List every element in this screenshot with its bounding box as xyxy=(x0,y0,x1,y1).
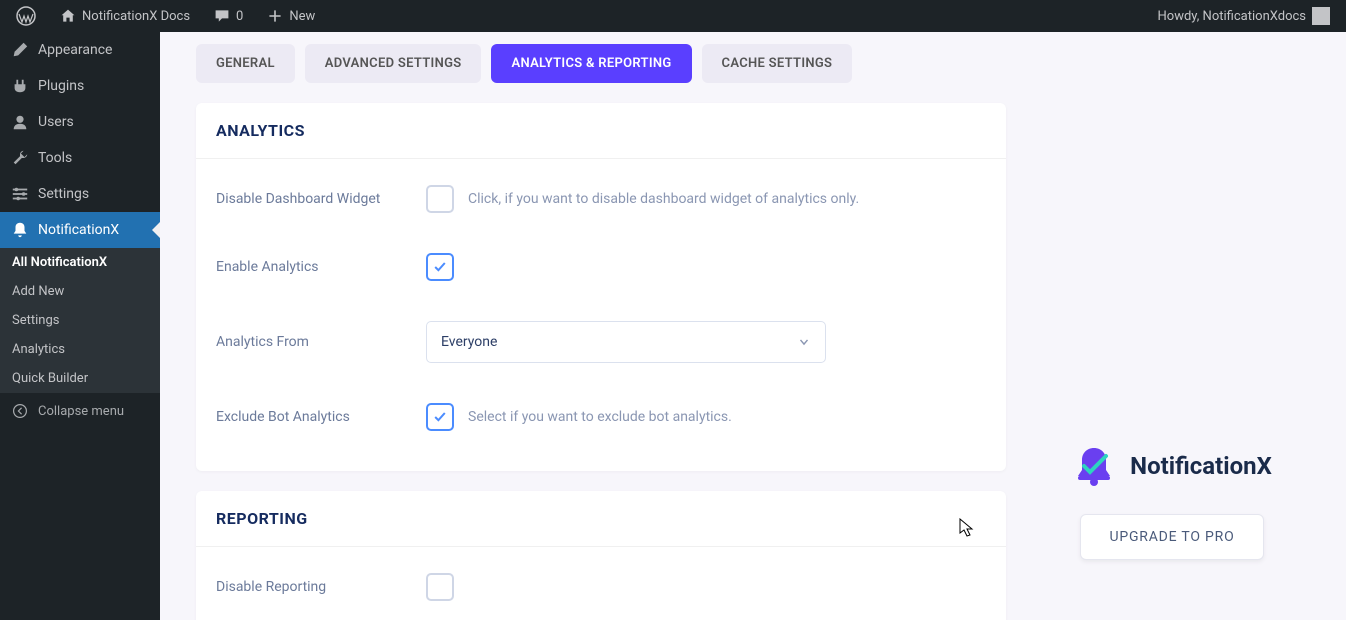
disable-reporting-checkbox[interactable] xyxy=(426,573,454,601)
collapse-label: Collapse menu xyxy=(38,404,124,419)
sidebar-item-label: Tools xyxy=(38,150,72,166)
field-disable-dashboard-widget: Disable Dashboard Widget Click, if you w… xyxy=(216,165,986,233)
sub-item-add-new[interactable]: Add New xyxy=(0,277,160,306)
enable-analytics-checkbox[interactable] xyxy=(426,253,454,281)
topbar-right: Howdy, NotificationXdocs xyxy=(1150,0,1338,32)
tab-general[interactable]: GENERAL xyxy=(196,44,295,83)
sub-item-analytics[interactable]: Analytics xyxy=(0,335,160,364)
collapse-icon xyxy=(10,401,30,421)
sidebar-item-notificationx[interactable]: NotificationX xyxy=(0,212,160,248)
sidebar-item-label: NotificationX xyxy=(38,222,119,238)
disable-dashboard-widget-checkbox[interactable] xyxy=(426,185,454,213)
side-column: NotificationX UPGRADE TO PRO xyxy=(1022,44,1322,560)
layout: Appearance Plugins Users Tools Settings … xyxy=(0,32,1346,620)
field-label: Exclude Bot Analytics xyxy=(216,409,426,425)
sidebar-item-label: Users xyxy=(38,114,74,130)
sliders-icon xyxy=(10,184,30,204)
reporting-card-header: REPORTING xyxy=(196,491,1006,547)
settings-tabs: GENERAL ADVANCED SETTINGS ANALYTICS & RE… xyxy=(196,44,1006,83)
check-icon xyxy=(432,259,448,275)
analytics-title: ANALYTICS xyxy=(216,121,986,140)
field-help: Click, if you want to disable dashboard … xyxy=(468,191,859,207)
field-label: Disable Dashboard Widget xyxy=(216,191,426,207)
sidebar-item-plugins[interactable]: Plugins xyxy=(0,68,160,104)
sidebar-item-appearance[interactable]: Appearance xyxy=(0,32,160,68)
sub-item-all[interactable]: All NotificationX xyxy=(0,248,160,277)
sidebar-item-label: Settings xyxy=(38,186,89,202)
reporting-card: REPORTING Disable Reporting xyxy=(196,491,1006,620)
brush-icon xyxy=(10,40,30,60)
exclude-bot-checkbox[interactable] xyxy=(426,403,454,431)
chevron-down-icon xyxy=(797,335,811,349)
select-value: Everyone xyxy=(441,334,497,350)
field-exclude-bot: Exclude Bot Analytics Select if you want… xyxy=(216,383,986,451)
tab-advanced[interactable]: ADVANCED SETTINGS xyxy=(305,44,482,83)
sub-item-settings[interactable]: Settings xyxy=(0,306,160,335)
new-link[interactable]: New xyxy=(259,0,323,32)
field-help: Select if you want to exclude bot analyt… xyxy=(468,409,732,425)
comments-link[interactable]: 0 xyxy=(206,0,251,32)
field-label: Disable Reporting xyxy=(216,579,426,595)
sidebar-item-label: Plugins xyxy=(38,78,84,94)
collapse-menu-button[interactable]: Collapse menu xyxy=(0,393,160,429)
upgrade-to-pro-button[interactable]: UPGRADE TO PRO xyxy=(1080,514,1263,560)
user-avatar xyxy=(1312,7,1330,25)
field-enable-analytics: Enable Analytics xyxy=(216,233,986,301)
admin-sidebar: Appearance Plugins Users Tools Settings … xyxy=(0,32,160,620)
reporting-title: REPORTING xyxy=(216,509,986,528)
home-icon xyxy=(60,8,76,24)
comment-icon xyxy=(214,8,230,24)
site-name-text: NotificationX Docs xyxy=(82,9,190,24)
plus-icon xyxy=(267,8,283,24)
wrench-icon xyxy=(10,148,30,168)
user-icon xyxy=(10,112,30,132)
sub-item-quick-builder[interactable]: Quick Builder xyxy=(0,364,160,393)
notificationx-logo-icon xyxy=(1072,444,1116,488)
check-icon xyxy=(432,409,448,425)
sidebar-item-label: Appearance xyxy=(38,42,112,58)
brand-name: NotificationX xyxy=(1130,452,1272,480)
brand-box: NotificationX xyxy=(1072,444,1272,488)
analytics-from-select[interactable]: Everyone xyxy=(426,321,826,363)
new-label: New xyxy=(289,9,315,24)
plug-icon xyxy=(10,76,30,96)
sidebar-submenu: All NotificationX Add New Settings Analy… xyxy=(0,248,160,393)
tab-cache[interactable]: CACHE SETTINGS xyxy=(702,44,853,83)
sidebar-item-tools[interactable]: Tools xyxy=(0,140,160,176)
howdy-link[interactable]: Howdy, NotificationXdocs xyxy=(1150,0,1338,32)
field-label: Enable Analytics xyxy=(216,259,426,275)
wp-logo-button[interactable] xyxy=(8,0,44,32)
field-analytics-from: Analytics From Everyone xyxy=(216,301,986,383)
field-label: Analytics From xyxy=(216,334,426,350)
admin-topbar: NotificationX Docs 0 New Howdy, Notifica… xyxy=(0,0,1346,32)
analytics-card: ANALYTICS Disable Dashboard Widget Click… xyxy=(196,103,1006,471)
tab-analytics-reporting[interactable]: ANALYTICS & REPORTING xyxy=(491,44,691,83)
analytics-card-header: ANALYTICS xyxy=(196,103,1006,159)
comments-count: 0 xyxy=(236,9,243,24)
content-column: GENERAL ADVANCED SETTINGS ANALYTICS & RE… xyxy=(196,44,1006,620)
sidebar-item-settings[interactable]: Settings xyxy=(0,176,160,212)
field-disable-reporting: Disable Reporting xyxy=(216,553,986,620)
main-content: GENERAL ADVANCED SETTINGS ANALYTICS & RE… xyxy=(160,32,1346,620)
site-name-link[interactable]: NotificationX Docs xyxy=(52,0,198,32)
howdy-text: Howdy, NotificationXdocs xyxy=(1158,9,1306,24)
bell-icon xyxy=(10,220,30,240)
sidebar-item-users[interactable]: Users xyxy=(0,104,160,140)
wordpress-icon xyxy=(16,6,36,26)
topbar-left: NotificationX Docs 0 New xyxy=(8,0,323,32)
